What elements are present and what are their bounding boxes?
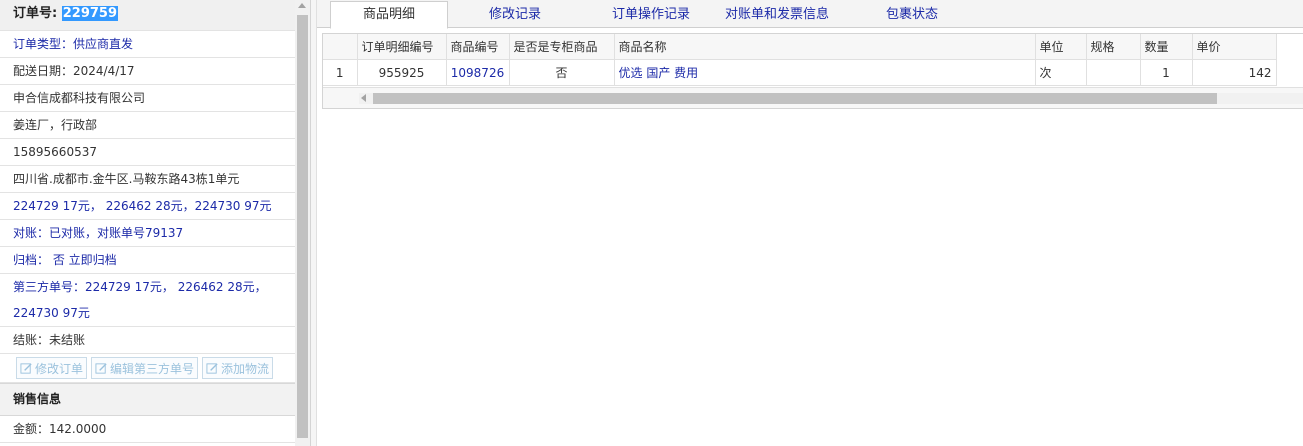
company-name: 申合信成都科技有限公司 xyxy=(0,85,295,112)
column-header-quantity[interactable]: 数量 xyxy=(1140,34,1193,60)
panel-splitter[interactable] xyxy=(311,0,317,446)
order-actions: 修改订单 编辑第三方单号 添加物流 xyxy=(0,354,295,383)
edit-icon xyxy=(95,362,107,374)
edit-icon xyxy=(206,362,218,374)
scroll-thumb[interactable] xyxy=(373,93,1217,104)
column-header-detail-id[interactable]: 订单明细编号 xyxy=(357,34,447,60)
grid-header-row: 订单明细编号 商品编号 是否是专柜商品 商品名称 单位 规格 数量 单价 xyxy=(323,34,1277,60)
contact-person: 姜连厂，行政部 xyxy=(0,112,295,139)
edit-icon xyxy=(20,362,32,374)
column-header-is-counter[interactable]: 是否是专柜商品 xyxy=(509,34,615,60)
order-number-value[interactable]: 229759 xyxy=(61,6,119,21)
sales-info-header: 销售信息 xyxy=(0,383,295,416)
third-party-line-2: 224730 97元 xyxy=(13,306,90,320)
edit-order-label: 修改订单 xyxy=(35,361,84,376)
row-number-header xyxy=(323,34,358,60)
tab-order-operations[interactable]: 订单操作记录 xyxy=(595,2,707,27)
scroll-up-arrow-icon[interactable] xyxy=(298,3,306,8)
cell-unit-price: 142 xyxy=(1192,59,1277,86)
tab-reconcile-invoice[interactable]: 对账单和发票信息 xyxy=(717,2,837,27)
edit-order-button[interactable]: 修改订单 xyxy=(16,357,88,379)
row-index: 1 xyxy=(323,59,358,86)
tab-product-details[interactable]: 商品明细 xyxy=(330,1,448,29)
tab-package-status[interactable]: 包裹状态 xyxy=(872,2,952,27)
third-party-numbers: 第三方单号：224729 17元， 226462 28元， 224730 97元 xyxy=(0,274,295,327)
column-header-product-name[interactable]: 商品名称 xyxy=(614,34,1036,60)
cell-detail-id: 955925 xyxy=(357,59,447,86)
add-logistics-label: 添加物流 xyxy=(221,361,270,376)
edit-third-party-label: 编辑第三方单号 xyxy=(110,361,195,376)
archive-status[interactable]: 归档： 否 立即归档 xyxy=(0,247,295,274)
cell-unit: 次 xyxy=(1035,59,1087,86)
grid-horizontal-scrollbar[interactable] xyxy=(323,87,1303,108)
add-logistics-button[interactable]: 添加物流 xyxy=(202,357,274,379)
sales-amount: 金额：142.0000 xyxy=(0,416,295,443)
phone-number: 15895660537 xyxy=(0,139,295,166)
detail-tabs: 商品明细 修改记录 订单操作记录 对账单和发票信息 包裹状态 xyxy=(317,0,1303,29)
product-grid: 订单明细编号 商品编号 是否是专柜商品 商品名称 单位 规格 数量 单价 1 9… xyxy=(322,33,1303,109)
column-header-spec[interactable]: 规格 xyxy=(1086,34,1141,60)
amounts-line: 224729 17元， 226462 28元，224730 97元 xyxy=(0,193,295,220)
edit-third-party-button[interactable]: 编辑第三方单号 xyxy=(91,357,199,379)
column-header-product-id[interactable]: 商品编号 xyxy=(446,34,510,60)
cell-is-counter: 否 xyxy=(509,59,615,86)
order-number-row: 订单号: 229759 xyxy=(0,0,295,31)
address: 四川省.成都市.金牛区.马鞍东路43栋1单元 xyxy=(0,166,295,193)
third-party-line-1: 第三方单号：224729 17元， 226462 28元， xyxy=(13,280,267,294)
settlement-status: 结账：未结账 xyxy=(0,327,295,354)
delivery-date: 配送日期：2024/4/17 xyxy=(0,58,295,85)
order-info-panel: 订单号: 229759 订单类型：供应商直发 配送日期：2024/4/17 申合… xyxy=(0,0,311,446)
cell-product-id-link[interactable]: 1098726 xyxy=(446,59,510,86)
cell-spec xyxy=(1086,59,1141,86)
cell-quantity: 1 xyxy=(1140,59,1193,86)
tab-edit-history[interactable]: 修改记录 xyxy=(465,2,565,27)
reconcile-status[interactable]: 对账：已对账，对账单号79137 xyxy=(0,220,295,247)
column-header-unit-price[interactable]: 单价 xyxy=(1192,34,1277,60)
scroll-left-arrow-icon[interactable] xyxy=(361,94,366,102)
order-type: 订单类型：供应商直发 xyxy=(0,31,295,58)
left-vertical-scrollbar[interactable] xyxy=(295,0,310,446)
column-header-unit[interactable]: 单位 xyxy=(1035,34,1087,60)
cell-product-name-link[interactable]: 优选 国产 费用 xyxy=(614,59,1036,86)
scroll-thumb[interactable] xyxy=(297,15,308,438)
order-number-label: 订单号: xyxy=(13,6,58,21)
table-row[interactable]: 1 955925 1098726 否 优选 国产 费用 次 1 142 xyxy=(323,59,1277,86)
